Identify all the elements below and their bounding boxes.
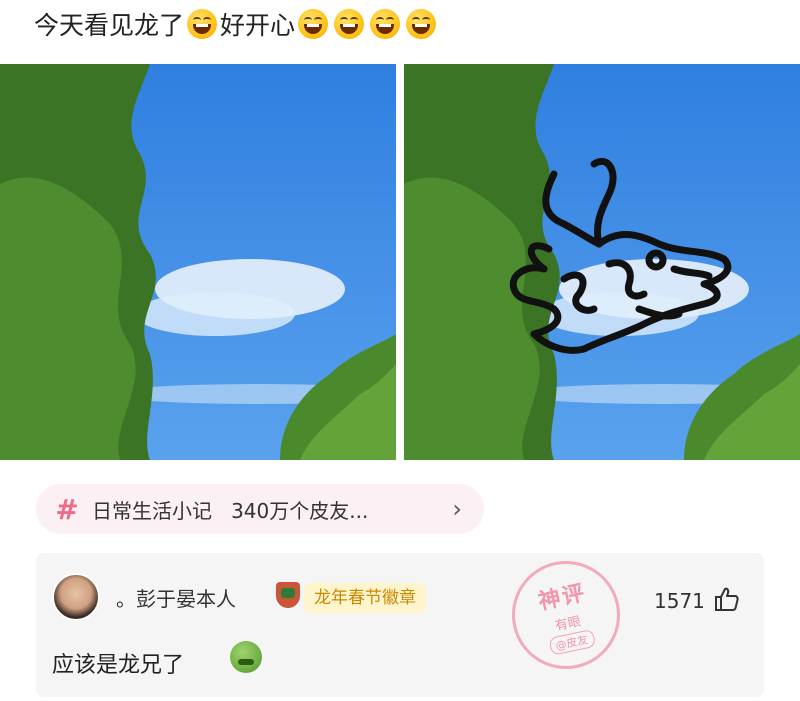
post-text: 今天看见龙了 好开心 [34, 6, 439, 42]
laughing-emoji-icon [406, 9, 437, 39]
god-comment-stamp: 神评 有眼 @皮友 [501, 550, 631, 680]
post-text-part1: 今天看见龙了 [34, 11, 185, 40]
stamp-subtitle: 有眼 [553, 613, 583, 634]
hot-comment[interactable]: 。彭于晏本人 龙年春节徽章 应该是龙兄了 神评 有眼 @皮友 1571 [36, 550, 764, 697]
nauseated-emoji-icon [230, 641, 262, 673]
chevron-right-icon: › [452, 495, 462, 523]
like-count: 1571 [654, 589, 705, 613]
stamp-title: 神评 [536, 580, 589, 615]
laughing-emoji-icon [187, 9, 218, 39]
topic-count: 340万个皮友... [231, 498, 369, 523]
comment-text: 应该是龙兄了 [52, 653, 185, 678]
laughing-emoji-icon [298, 9, 329, 39]
dragon-badge-icon [276, 582, 300, 608]
avatar[interactable] [52, 573, 100, 621]
laughing-emoji-icon [334, 9, 365, 39]
topic-label: 日常生活小记 [92, 498, 212, 523]
stamp-tag: @皮友 [547, 628, 596, 656]
hash-icon: # [55, 492, 79, 526]
topic-chip[interactable]: # 日常生活小记 340万个皮友... › [36, 484, 484, 534]
comment-username[interactable]: 。彭于晏本人 [116, 583, 236, 612]
post-text-part2: 好开心 [220, 11, 296, 40]
laughing-emoji-icon [370, 9, 401, 39]
photo-cloud-dragon-drawing[interactable] [404, 64, 800, 460]
thumbs-up-icon[interactable] [712, 585, 740, 613]
photo-cloud[interactable] [0, 64, 396, 460]
badge-label[interactable]: 龙年春节徽章 [304, 583, 426, 613]
